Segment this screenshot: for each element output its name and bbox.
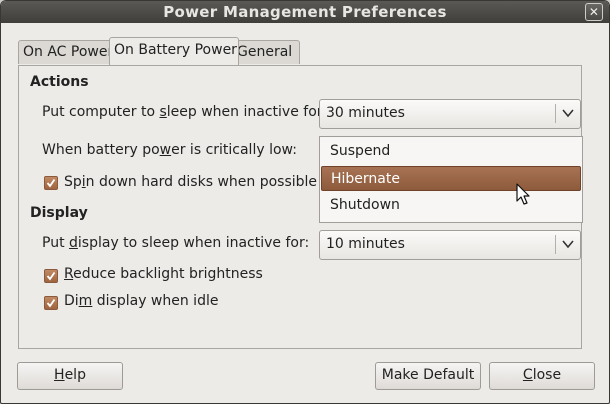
mouse-pointer-icon	[516, 183, 530, 205]
mnemonic-letter: w	[159, 142, 172, 158]
computer-sleep-value: 30 minutes	[326, 105, 405, 121]
reduce-backlight-checkbox[interactable]	[44, 269, 58, 283]
computer-sleep-combo[interactable]: 30 minutes	[319, 99, 581, 129]
menu-item-shutdown[interactable]: Shutdown	[321, 193, 581, 218]
label-part: er is critically low:	[171, 142, 297, 158]
label-part: Sp	[64, 174, 82, 190]
button-label: elp	[64, 367, 86, 383]
computer-sleep-label: Put computer to sleep when inactive for:	[42, 104, 327, 120]
label-part: isplay to sleep when inactive for:	[77, 235, 310, 251]
make-default-button[interactable]: Make Default	[375, 362, 481, 390]
label-part: Di	[64, 293, 79, 309]
window-title: Power Management Preferences	[163, 3, 447, 21]
display-sleep-label: Put display to sleep when inactive for:	[42, 235, 309, 251]
display-heading: Display	[30, 205, 88, 221]
checkmark-icon	[46, 298, 56, 308]
chevron-down-icon	[562, 109, 574, 118]
window-close-icon[interactable]: ✕	[585, 3, 603, 21]
label-part: leep when inactive for:	[166, 104, 327, 120]
actions-heading: Actions	[30, 74, 89, 90]
help-button[interactable]: Help	[17, 362, 123, 390]
spin-down-checkbox[interactable]	[44, 176, 58, 190]
power-management-window: Power Management Preferences ✕ On AC Pow…	[0, 0, 610, 404]
combo-separator	[555, 104, 556, 123]
label-part: display when idle	[92, 293, 219, 309]
checkmark-icon	[46, 178, 56, 188]
display-sleep-combo[interactable]: 10 minutes	[319, 230, 581, 260]
label-part: educe backlight brightness	[73, 266, 263, 282]
checkmark-icon	[46, 271, 56, 281]
tab-general[interactable]: General	[232, 40, 300, 64]
mnemonic-letter: s	[159, 104, 167, 120]
mnemonic-letter: C	[522, 367, 533, 383]
dim-display-label[interactable]: Dim display when idle	[64, 293, 218, 309]
button-label: lose	[532, 367, 562, 383]
combo-separator	[555, 235, 556, 254]
label-part: n down hard disks when possible	[85, 174, 318, 190]
critical-action-dropdown-menu: Suspend Hibernate Shutdown	[319, 136, 583, 223]
title-bar[interactable]: Power Management Preferences ✕	[1, 1, 609, 23]
chevron-down-icon	[562, 240, 574, 249]
menu-item-hibernate[interactable]: Hibernate	[321, 166, 581, 191]
spin-down-label[interactable]: Spin down hard disks when possible	[64, 174, 317, 190]
label-part: Put	[42, 235, 70, 251]
dim-display-checkbox[interactable]	[44, 296, 58, 310]
label-part: Put computer to	[42, 104, 160, 120]
label-part: When battery po	[42, 142, 160, 158]
reduce-backlight-label[interactable]: Reduce backlight brightness	[64, 266, 263, 282]
tab-on-ac-power[interactable]: On AC Power	[18, 40, 114, 64]
mnemonic-letter: H	[54, 367, 65, 383]
mnemonic-letter: d	[69, 235, 78, 251]
menu-item-suspend[interactable]: Suspend	[321, 139, 581, 164]
mnemonic-letter: R	[64, 266, 74, 282]
display-sleep-value: 10 minutes	[326, 236, 405, 252]
close-button[interactable]: Close	[489, 362, 595, 390]
mnemonic-letter: m	[78, 293, 93, 309]
tab-on-battery-power[interactable]: On Battery Power	[109, 37, 239, 65]
critical-battery-label: When battery power is critically low:	[42, 142, 297, 158]
